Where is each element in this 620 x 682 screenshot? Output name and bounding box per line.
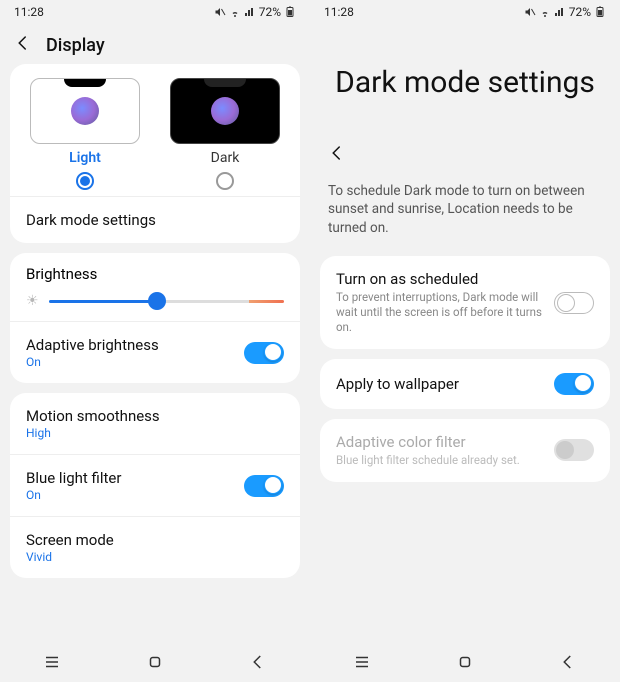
brightness-thumb[interactable] xyxy=(148,292,166,310)
bluelight-status: On xyxy=(26,488,121,502)
signal-icon xyxy=(554,6,566,18)
home-icon xyxy=(456,653,474,671)
bluelight-toggle[interactable] xyxy=(244,475,284,497)
nav-home[interactable] xyxy=(455,652,475,672)
phone-left: 11:28 72% Display Light xyxy=(0,0,310,682)
back-button[interactable] xyxy=(310,138,620,176)
back-icon xyxy=(559,653,577,671)
theme-option-dark[interactable]: Dark xyxy=(160,78,290,190)
wallpaper-label: Apply to wallpaper xyxy=(336,375,459,393)
chevron-left-icon xyxy=(14,34,32,52)
theme-label-dark: Dark xyxy=(211,150,240,166)
nav-recents[interactable] xyxy=(42,652,62,672)
bluelight-label: Blue light filter xyxy=(26,469,121,487)
content: Light Dark Dark mode settings Brightness xyxy=(0,64,310,642)
page-title: Display xyxy=(46,35,105,56)
battery-text: 72% xyxy=(259,5,281,19)
chevron-left-icon xyxy=(328,144,346,162)
signal-icon xyxy=(244,6,256,18)
brightness-slider[interactable] xyxy=(49,300,284,303)
intro-text: To schedule Dark mode to turn on between… xyxy=(310,176,620,257)
brightness-slider-row: ☀ xyxy=(26,293,284,309)
mute-icon xyxy=(214,6,226,18)
display-options-card: Motion smoothness High Blue light filter… xyxy=(10,393,300,578)
blue-light-row[interactable]: Blue light filter On xyxy=(10,454,300,516)
scheduled-label: Turn on as scheduled xyxy=(336,270,544,288)
wallpaper-toggle[interactable] xyxy=(554,373,594,395)
scheduled-desc: To prevent interruptions, Dark mode will… xyxy=(336,290,544,335)
status-time: 11:28 xyxy=(14,5,44,19)
theme-row: Light Dark xyxy=(10,64,300,196)
screenmode-label: Screen mode xyxy=(26,531,114,549)
radio-dark[interactable] xyxy=(216,172,234,190)
page-title: Dark mode settings xyxy=(310,24,620,138)
sun-icon: ☀ xyxy=(26,293,39,309)
screen-mode-row[interactable]: Screen mode Vivid xyxy=(10,516,300,578)
status-icons: 72% xyxy=(524,5,606,19)
dark-mode-settings-row[interactable]: Dark mode settings xyxy=(10,196,300,243)
battery-icon xyxy=(594,6,606,18)
motion-label: Motion smoothness xyxy=(26,407,160,425)
colorfilter-row: Adaptive color filter Blue light filter … xyxy=(320,419,610,482)
colorfilter-desc: Blue light filter schedule already set. xyxy=(336,453,520,468)
colorfilter-label: Adaptive color filter xyxy=(336,433,520,451)
phone-right: 11:28 72% Dark mode settings To schedule… xyxy=(310,0,620,682)
theme-preview-dark xyxy=(170,78,280,144)
nav-bar xyxy=(310,642,620,682)
scheduled-row[interactable]: Turn on as scheduled To prevent interrup… xyxy=(320,256,610,349)
adaptive-status: On xyxy=(26,355,159,369)
recents-icon xyxy=(353,653,371,671)
motion-status: High xyxy=(26,426,160,440)
theme-preview-light xyxy=(30,78,140,144)
theme-card: Light Dark Dark mode settings xyxy=(10,64,300,243)
status-icons: 72% xyxy=(214,5,296,19)
battery-icon xyxy=(284,6,296,18)
nav-recents[interactable] xyxy=(352,652,372,672)
nav-back[interactable] xyxy=(558,652,578,672)
back-icon xyxy=(249,653,267,671)
wifi-icon xyxy=(539,6,551,18)
nav-bar xyxy=(0,642,310,682)
theme-label-light: Light xyxy=(69,150,101,166)
header: Display xyxy=(0,24,310,64)
recents-icon xyxy=(43,653,61,671)
wifi-icon xyxy=(229,6,241,18)
screenmode-status: Vivid xyxy=(26,550,114,564)
home-icon xyxy=(146,653,164,671)
back-button[interactable] xyxy=(14,34,32,56)
adaptive-brightness-row[interactable]: Adaptive brightness On xyxy=(10,321,300,383)
brightness-card: Brightness ☀ Adaptive brightness On xyxy=(10,253,300,383)
radio-light[interactable] xyxy=(76,172,94,190)
wallpaper-row[interactable]: Apply to wallpaper xyxy=(320,359,610,409)
motion-smoothness-row[interactable]: Motion smoothness High xyxy=(10,393,300,454)
nav-back[interactable] xyxy=(248,652,268,672)
colorfilter-toggle xyxy=(554,439,594,461)
adaptive-toggle[interactable] xyxy=(244,342,284,364)
status-bar: 11:28 72% xyxy=(0,0,310,24)
nav-home[interactable] xyxy=(145,652,165,672)
theme-option-light[interactable]: Light xyxy=(20,78,150,190)
mute-icon xyxy=(524,6,536,18)
adaptive-label: Adaptive brightness xyxy=(26,336,159,354)
brightness-block: Brightness ☀ xyxy=(10,253,300,321)
scheduled-toggle[interactable] xyxy=(554,292,594,314)
dark-mode-settings-label: Dark mode settings xyxy=(26,211,156,229)
brightness-label: Brightness xyxy=(26,265,284,283)
status-time: 11:28 xyxy=(324,5,354,19)
battery-text: 72% xyxy=(569,5,591,19)
status-bar: 11:28 72% xyxy=(310,0,620,24)
